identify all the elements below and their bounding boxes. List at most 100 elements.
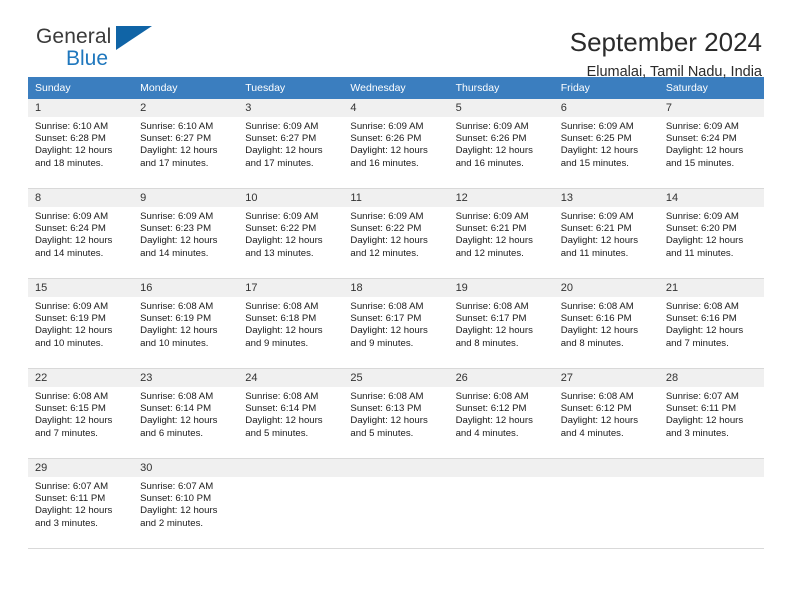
calendar-day-cell[interactable]: 11 Sunrise: 6:09 AM Sunset: 6:22 PM Dayligh…	[343, 188, 449, 279]
calendar-day-cell[interactable]: 16 Sunrise: 6:08 AM Sunset: 6:19 PM Dayligh…	[133, 278, 239, 369]
day-cell-inner	[448, 459, 554, 548]
day-details: Sunrise: 6:09 AM Sunset: 6:19 PM Daylight:…	[28, 297, 133, 350]
location-subtitle: Elumalai, Tamil Nadu, India	[586, 64, 762, 80]
day-number: 11	[343, 189, 449, 207]
calendar-day-cell[interactable]: 27 Sunrise: 6:08 AM Sunset: 6:12 PM Dayligh…	[553, 368, 659, 459]
calendar-day-cell[interactable]	[343, 458, 449, 549]
calendar-day-cell[interactable]: 8 Sunrise: 6:09 AM Sunset: 6:24 PM Daylight…	[28, 188, 134, 279]
day-details	[238, 477, 343, 481]
day-cell-inner	[658, 459, 764, 548]
calendar-day-cell[interactable]: 23 Sunrise: 6:08 AM Sunset: 6:14 PM Dayligh…	[133, 368, 239, 459]
sunset-text: Sunset: 6:16 PM	[665, 313, 737, 325]
calendar-day-cell[interactable]: 14 Sunrise: 6:09 AM Sunset: 6:20 PM Dayligh…	[658, 188, 764, 279]
day-number: 14	[658, 189, 764, 207]
daylight-text-line2: and 4 minutes.	[455, 427, 519, 439]
title-block: September 2024 Elumalai, Tamil Nadu, Ind…	[570, 26, 764, 83]
day-details: Sunrise: 6:10 AM Sunset: 6:28 PM Daylight:…	[28, 117, 133, 170]
sunset-text: Sunset: 6:17 PM	[455, 313, 527, 325]
day-cell-inner: 26 Sunrise: 6:08 AM Sunset: 6:12 PM Dayligh…	[448, 369, 554, 458]
day-number: 23	[133, 369, 239, 387]
calendar-day-cell[interactable]: 5 Sunrise: 6:09 AM Sunset: 6:26 PM Daylight…	[448, 99, 554, 189]
sunset-text: Sunset: 6:25 PM	[560, 133, 632, 145]
day-cell-inner: 3 Sunrise: 6:09 AM Sunset: 6:27 PM Daylight…	[238, 99, 344, 188]
daylight-text-line1: Daylight: 12 hours	[350, 145, 428, 157]
calendar-day-cell[interactable]: 19 Sunrise: 6:08 AM Sunset: 6:17 PM Dayligh…	[448, 278, 554, 369]
calendar-day-cell[interactable]	[658, 458, 764, 549]
day-cell-inner: 14 Sunrise: 6:09 AM Sunset: 6:20 PM Dayligh…	[658, 189, 764, 278]
day-number: 17	[238, 279, 344, 297]
daylight-text-line2: and 5 minutes.	[245, 427, 309, 439]
general-blue-logo[interactable]: General Blue	[28, 26, 208, 74]
day-number: 29	[28, 459, 134, 477]
calendar-day-cell[interactable]: 28 Sunrise: 6:07 AM Sunset: 6:11 PM Dayligh…	[658, 368, 764, 459]
daylight-text-line1: Daylight: 12 hours	[455, 325, 533, 337]
sunrise-text: Sunrise: 6:08 AM	[560, 301, 634, 312]
sunrise-text: Sunrise: 6:08 AM	[455, 391, 529, 402]
day-cell-inner: 29 Sunrise: 6:07 AM Sunset: 6:11 PM Dayligh…	[28, 459, 134, 548]
sunrise-text: Sunrise: 6:08 AM	[140, 391, 214, 402]
day-number: 18	[343, 279, 449, 297]
calendar-day-cell[interactable]	[553, 458, 659, 549]
day-details: Sunrise: 6:09 AM Sunset: 6:25 PM Daylight:…	[554, 117, 659, 170]
calendar-day-cell[interactable]: 4 Sunrise: 6:09 AM Sunset: 6:26 PM Daylight…	[343, 99, 449, 189]
calendar-day-cell[interactable]: 10 Sunrise: 6:09 AM Sunset: 6:22 PM Dayligh…	[238, 188, 344, 279]
calendar-day-cell[interactable]: 1 Sunrise: 6:10 AM Sunset: 6:28 PM Daylight…	[28, 99, 134, 189]
day-number: 20	[553, 279, 659, 297]
day-number	[238, 459, 344, 477]
sunset-text: Sunset: 6:20 PM	[665, 223, 737, 235]
calendar-day-cell[interactable]: 2 Sunrise: 6:10 AM Sunset: 6:27 PM Daylight…	[133, 99, 239, 189]
calendar-day-cell[interactable]	[448, 458, 554, 549]
daylight-text-line1: Daylight: 12 hours	[140, 505, 218, 517]
daylight-text-line2: and 17 minutes.	[245, 157, 314, 169]
day-cell-inner: 22 Sunrise: 6:08 AM Sunset: 6:15 PM Dayligh…	[28, 369, 134, 458]
daylight-text-line1: Daylight: 12 hours	[560, 415, 639, 427]
calendar-day-cell[interactable]: 17 Sunrise: 6:08 AM Sunset: 6:18 PM Dayligh…	[238, 278, 344, 369]
day-details: Sunrise: 6:07 AM Sunset: 6:11 PM Daylight:…	[659, 387, 764, 440]
calendar-day-cell[interactable]: 22 Sunrise: 6:08 AM Sunset: 6:15 PM Dayligh…	[28, 368, 134, 459]
day-cell-inner	[553, 459, 659, 548]
calendar-day-cell[interactable]: 20 Sunrise: 6:08 AM Sunset: 6:16 PM Dayligh…	[553, 278, 659, 369]
daylight-text-line1: Daylight: 12 hours	[350, 415, 428, 427]
daylight-text-line1: Daylight: 12 hours	[140, 415, 218, 427]
calendar-day-cell[interactable]: 13 Sunrise: 6:09 AM Sunset: 6:21 PM Dayligh…	[553, 188, 659, 279]
day-cell-inner: 30 Sunrise: 6:07 AM Sunset: 6:10 PM Dayligh…	[133, 459, 239, 548]
daylight-text-line2: and 3 minutes.	[35, 517, 98, 529]
day-cell-inner: 21 Sunrise: 6:08 AM Sunset: 6:16 PM Dayligh…	[658, 279, 764, 368]
day-details: Sunrise: 6:09 AM Sunset: 6:20 PM Daylight:…	[659, 207, 764, 260]
calendar-day-cell[interactable]: 26 Sunrise: 6:08 AM Sunset: 6:12 PM Dayligh…	[448, 368, 554, 459]
daylight-text-line2: and 15 minutes.	[560, 157, 629, 169]
sunrise-text: Sunrise: 6:08 AM	[140, 301, 214, 312]
day-number: 4	[343, 99, 449, 117]
daylight-text-line1: Daylight: 12 hours	[35, 505, 113, 517]
daylight-text-line1: Daylight: 12 hours	[245, 415, 323, 427]
calendar-day-cell[interactable]: 15 Sunrise: 6:09 AM Sunset: 6:19 PM Dayligh…	[28, 278, 134, 369]
weekday-header-wednesday: Wednesday	[343, 77, 449, 99]
calendar-day-cell[interactable]: 21 Sunrise: 6:08 AM Sunset: 6:16 PM Dayligh…	[658, 278, 764, 369]
calendar-day-cell[interactable]: 30 Sunrise: 6:07 AM Sunset: 6:10 PM Dayligh…	[133, 458, 239, 549]
daylight-text-line1: Daylight: 12 hours	[560, 235, 639, 247]
calendar-day-cell[interactable]: 18 Sunrise: 6:08 AM Sunset: 6:17 PM Dayligh…	[343, 278, 449, 369]
calendar-day-cell[interactable]: 3 Sunrise: 6:09 AM Sunset: 6:27 PM Daylight…	[238, 99, 344, 189]
page-header: General Blue September 2024 Elumalai, Ta…	[28, 0, 764, 81]
daylight-text-line2: and 3 minutes.	[665, 427, 729, 439]
calendar-day-cell[interactable]: 12 Sunrise: 6:09 AM Sunset: 6:21 PM Dayligh…	[448, 188, 554, 279]
sunrise-text: Sunrise: 6:09 AM	[35, 211, 109, 222]
daylight-text-line1: Daylight: 12 hours	[350, 235, 428, 247]
sunrise-text: Sunrise: 6:07 AM	[35, 481, 109, 492]
day-cell-inner: 15 Sunrise: 6:09 AM Sunset: 6:19 PM Dayligh…	[28, 279, 134, 368]
day-cell-inner: 28 Sunrise: 6:07 AM Sunset: 6:11 PM Dayligh…	[658, 369, 764, 458]
calendar-day-cell[interactable]: 24 Sunrise: 6:08 AM Sunset: 6:14 PM Dayligh…	[238, 368, 344, 459]
sunrise-text: Sunrise: 6:08 AM	[350, 391, 424, 402]
sunrise-text: Sunrise: 6:09 AM	[245, 121, 319, 132]
day-cell-inner: 16 Sunrise: 6:08 AM Sunset: 6:19 PM Dayligh…	[133, 279, 239, 368]
calendar-day-cell[interactable]: 7 Sunrise: 6:09 AM Sunset: 6:24 PM Daylight…	[658, 99, 764, 189]
day-number: 21	[658, 279, 764, 297]
sunrise-text: Sunrise: 6:08 AM	[350, 301, 424, 312]
calendar-day-cell[interactable]: 25 Sunrise: 6:08 AM Sunset: 6:13 PM Dayligh…	[343, 368, 449, 459]
day-details: Sunrise: 6:09 AM Sunset: 6:21 PM Daylight:…	[554, 207, 659, 260]
calendar-day-cell[interactable]: 6 Sunrise: 6:09 AM Sunset: 6:25 PM Daylight…	[553, 99, 659, 189]
calendar-day-cell[interactable]: 9 Sunrise: 6:09 AM Sunset: 6:23 PM Daylight…	[133, 188, 239, 279]
day-number: 6	[553, 99, 659, 117]
calendar-day-cell[interactable]	[238, 458, 344, 549]
calendar-day-cell[interactable]: 29 Sunrise: 6:07 AM Sunset: 6:11 PM Dayligh…	[28, 458, 134, 549]
